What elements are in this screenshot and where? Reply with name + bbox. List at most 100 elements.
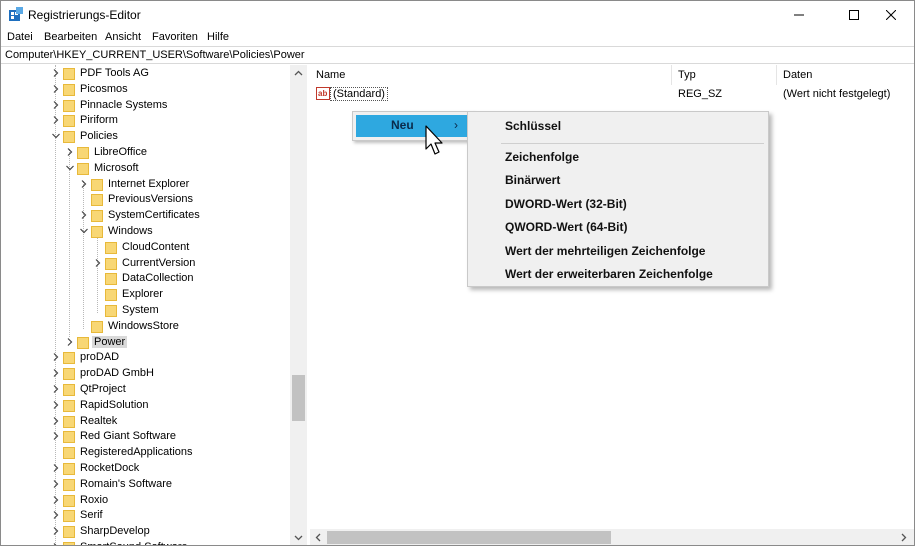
submenu-item-schluessel[interactable]: Schlüssel: [505, 119, 561, 133]
tree-item[interactable]: WindowsStore: [1, 319, 291, 335]
folder-icon: [63, 542, 75, 545]
submenu-item-binaerwert[interactable]: Binärwert: [505, 173, 560, 187]
scroll-thumb[interactable]: [292, 375, 305, 421]
tree-item[interactable]: Explorer: [1, 287, 291, 303]
tree-item-label: Explorer: [122, 288, 163, 301]
tree-item[interactable]: QtProject: [1, 382, 291, 398]
folder-icon: [63, 494, 75, 507]
tree-item[interactable]: Roxio: [1, 493, 291, 509]
chevron-down-icon[interactable]: [65, 163, 75, 173]
close-button[interactable]: [868, 1, 914, 29]
value-name[interactable]: (Standard): [330, 87, 388, 101]
chevron-right-icon[interactable]: [51, 463, 61, 473]
column-header-type[interactable]: Typ: [672, 65, 777, 85]
menu-favoriten[interactable]: Favoriten: [152, 31, 198, 43]
tree-item[interactable]: Power: [1, 335, 291, 351]
tree-item[interactable]: PDF Tools AG: [1, 66, 291, 82]
tree-item[interactable]: SharpDevelop: [1, 524, 291, 540]
tree-item[interactable]: CloudContent: [1, 240, 291, 256]
folder-icon: [63, 368, 75, 381]
tree-item[interactable]: LibreOffice: [1, 145, 291, 161]
address-bar[interactable]: Computer\HKEY_CURRENT_USER\Software\Poli…: [1, 46, 914, 64]
chevron-right-icon[interactable]: [51, 115, 61, 125]
chevron-right-icon[interactable]: [51, 68, 61, 78]
menu-bearbeiten[interactable]: Bearbeiten: [44, 31, 97, 43]
submenu-item-multi-string[interactable]: Wert der mehrteiligen Zeichenfolge: [505, 244, 705, 258]
menu-hilfe[interactable]: Hilfe: [207, 31, 229, 43]
chevron-right-icon[interactable]: [51, 542, 61, 546]
tree-item[interactable]: Picosmos: [1, 82, 291, 98]
submenu-item-expandable-string[interactable]: Wert der erweiterbaren Zeichenfolge: [505, 267, 713, 281]
tree-item[interactable]: CurrentVersion: [1, 256, 291, 272]
scroll-down-icon[interactable]: [293, 532, 304, 543]
chevron-right-icon[interactable]: [51, 495, 61, 505]
menu-ansicht[interactable]: Ansicht: [105, 31, 141, 43]
scroll-up-icon[interactable]: [293, 68, 304, 79]
tree-item-label: RapidSolution: [80, 398, 149, 411]
column-header-name[interactable]: Name: [310, 65, 672, 85]
chevron-right-icon[interactable]: [51, 352, 61, 362]
submenu-item-dword[interactable]: DWORD-Wert (32-Bit): [505, 197, 627, 211]
tree-item-label: Power: [92, 335, 128, 348]
minimize-button[interactable]: [776, 1, 822, 29]
folder-icon: [91, 320, 103, 333]
value-row[interactable]: ab (Standard) REG_SZ (Wert nicht festgel…: [310, 86, 914, 103]
tree-item[interactable]: proDAD: [1, 350, 291, 366]
address-path[interactable]: Computer\HKEY_CURRENT_USER\Software\Poli…: [5, 49, 305, 61]
tree-item[interactable]: DataCollection: [1, 271, 291, 287]
tree-item[interactable]: RocketDock: [1, 461, 291, 477]
tree-item[interactable]: Serif: [1, 508, 291, 524]
tree-item[interactable]: Piriform: [1, 113, 291, 129]
list-horizontal-scrollbar[interactable]: [310, 529, 914, 545]
chevron-right-icon[interactable]: [51, 416, 61, 426]
tree-item-label: Microsoft: [94, 161, 139, 174]
chevron-right-icon[interactable]: [51, 526, 61, 536]
chevron-down-icon[interactable]: [51, 131, 61, 141]
key-tree[interactable]: PDF Tools AG Picosmos Pinnacle Systems Piri…: [1, 65, 307, 546]
tree-item[interactable]: SmartSound Software: [1, 540, 291, 546]
tree-item[interactable]: PreviousVersions: [1, 192, 291, 208]
tree-item[interactable]: proDAD GmbH: [1, 366, 291, 382]
tree-item-label: System: [122, 304, 159, 316]
tree-item-label: CurrentVersion: [122, 256, 196, 269]
column-header-data[interactable]: Daten: [777, 65, 914, 85]
tree-item[interactable]: Microsoft: [1, 161, 291, 177]
chevron-right-icon[interactable]: [51, 368, 61, 378]
submenu-item-zeichenfolge[interactable]: Zeichenfolge: [505, 150, 579, 164]
tree-item[interactable]: Policies: [1, 129, 291, 145]
tree-item[interactable]: Internet Explorer: [1, 177, 291, 193]
chevron-right-icon[interactable]: [65, 337, 75, 347]
chevron-right-icon[interactable]: [51, 510, 61, 520]
chevron-right-icon[interactable]: [65, 147, 75, 157]
tree-item[interactable]: RegisteredApplications: [1, 445, 291, 461]
menu-datei[interactable]: Datei: [7, 31, 33, 43]
tree-item[interactable]: Windows: [1, 224, 291, 240]
tree-item[interactable]: Romain's Software: [1, 477, 291, 493]
chevron-down-icon[interactable]: [79, 226, 89, 236]
chevron-right-icon[interactable]: [79, 210, 89, 220]
registry-editor-icon: [9, 7, 23, 21]
scroll-left-icon[interactable]: [313, 532, 324, 543]
tree-item[interactable]: System: [1, 303, 291, 319]
chevron-right-icon[interactable]: [51, 479, 61, 489]
tree-item[interactable]: Red Giant Software: [1, 429, 291, 445]
chevron-right-icon[interactable]: [51, 400, 61, 410]
chevron-right-icon[interactable]: [93, 258, 103, 268]
tree-item-label: RegisteredApplications: [80, 446, 193, 459]
context-menu-label-neu: Neu: [391, 118, 414, 132]
tree-item[interactable]: Pinnacle Systems: [1, 98, 291, 114]
scroll-right-icon[interactable]: [898, 532, 909, 543]
tree-item[interactable]: RapidSolution: [1, 398, 291, 414]
chevron-right-icon[interactable]: [51, 431, 61, 441]
submenu-item-qword[interactable]: QWORD-Wert (64-Bit): [505, 220, 627, 234]
chevron-right-icon[interactable]: [51, 84, 61, 94]
tree-item[interactable]: SystemCertificates: [1, 208, 291, 224]
chevron-right-icon[interactable]: [51, 384, 61, 394]
tree-vertical-scrollbar[interactable]: [290, 65, 307, 545]
tree-item[interactable]: Realtek: [1, 414, 291, 430]
chevron-right-icon[interactable]: [79, 179, 89, 189]
scroll-thumb[interactable]: [327, 531, 611, 544]
folder-icon: [105, 305, 117, 317]
value-data: (Wert nicht festgelegt): [783, 88, 891, 100]
chevron-right-icon[interactable]: [51, 100, 61, 110]
